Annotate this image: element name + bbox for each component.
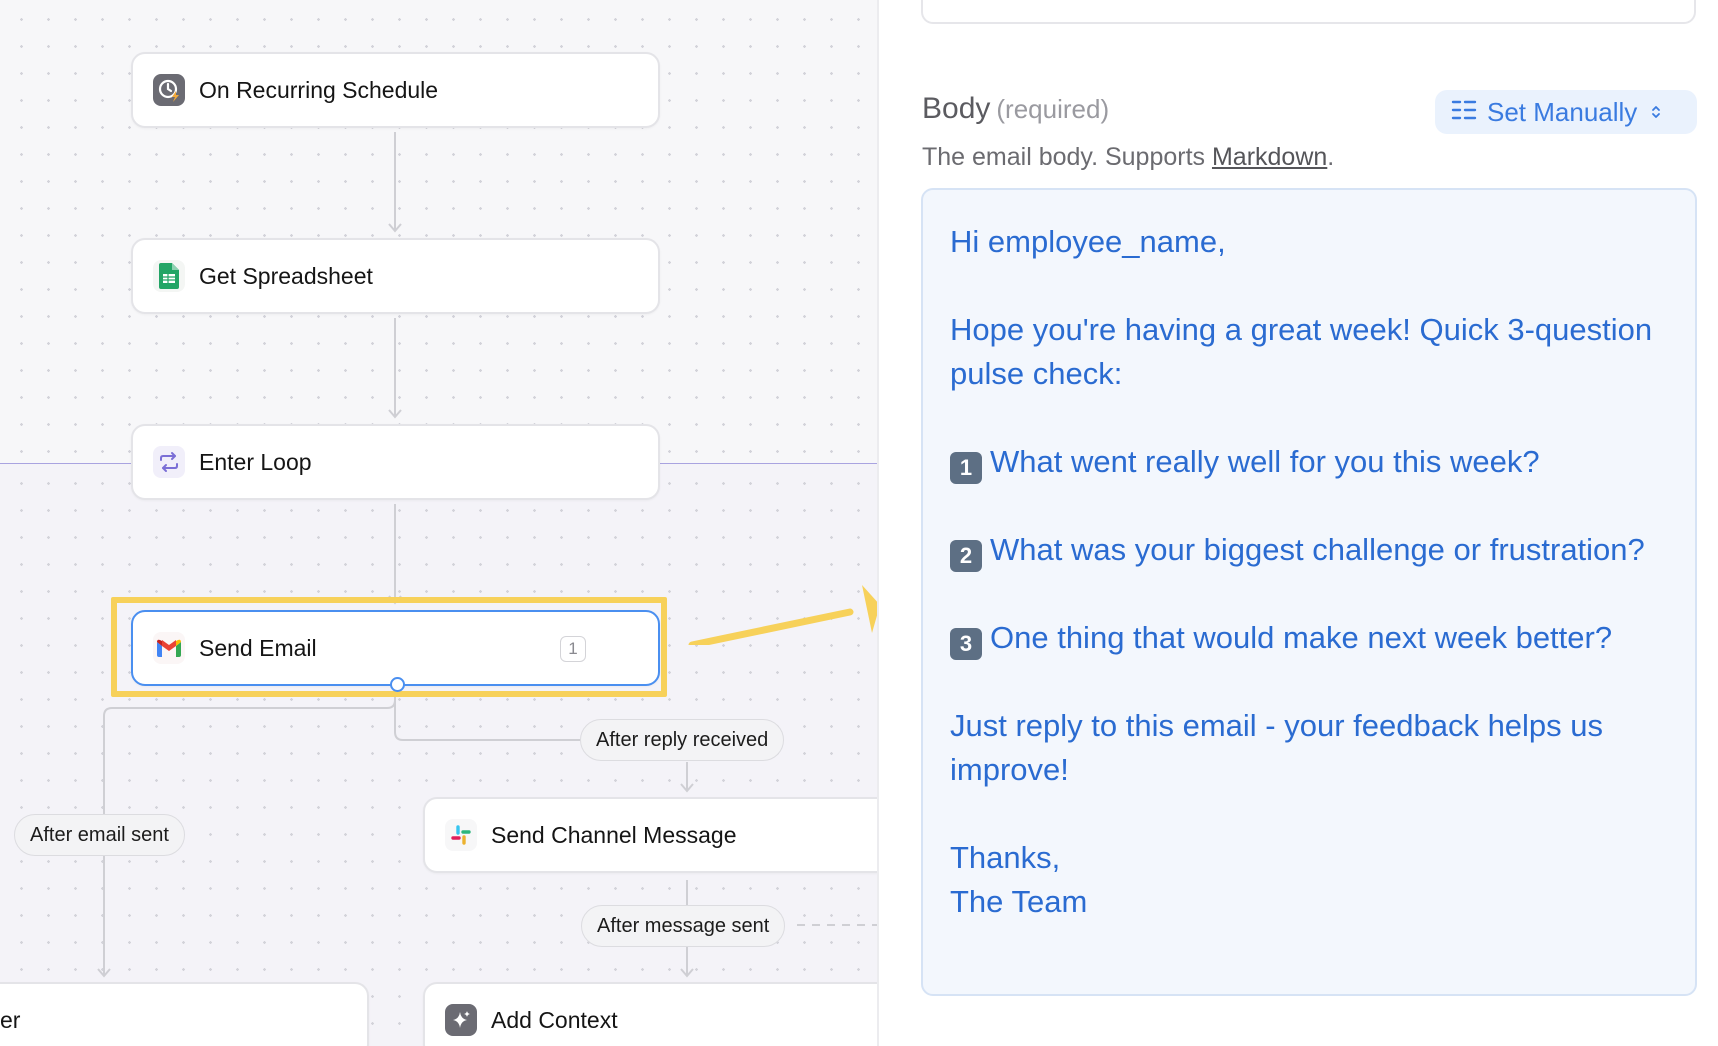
slack-icon — [445, 819, 477, 851]
clock-bolt-icon — [153, 74, 185, 106]
node-send-channel-message[interactable]: Send Channel Message — [423, 797, 877, 873]
node-label: On Recurring Schedule — [199, 76, 439, 103]
email-body-editor[interactable]: Hi employee_name, Hope you're having a g… — [921, 188, 1697, 996]
node-enter-loop[interactable]: Enter Loop — [131, 424, 660, 500]
body-intro: Hope you're having a great week! Quick 3… — [950, 312, 1653, 391]
node-add-context[interactable]: Add Context — [423, 982, 877, 1046]
body-question-2: 2 What was your biggest challenge or frus… — [950, 528, 1669, 572]
node-label: Send Channel Message — [491, 821, 737, 848]
question-text: What was your biggest challenge or frust… — [990, 532, 1645, 567]
node-get-spreadsheet[interactable]: Get Spreadsheet — [131, 238, 660, 314]
edge-label-after-reply-received: After reply received — [580, 719, 785, 761]
keycap-1-icon: 1 — [950, 452, 982, 484]
node-label: Send Email — [199, 634, 317, 661]
sparkle-icon — [445, 1004, 477, 1036]
annotation-arrow — [688, 585, 877, 645]
workflow-edges — [97, 132, 877, 978]
field-label: Body — [922, 92, 991, 125]
description-period: . — [1327, 143, 1335, 171]
node-label: Enter Loop — [199, 448, 312, 475]
node-label: Add Context — [491, 1006, 618, 1033]
edge-label-after-email-sent: After email sent — [14, 814, 185, 856]
list-icon — [1451, 99, 1477, 126]
count-badge: 1 — [560, 636, 586, 662]
body-question-3: 3 One thing that would make next week bet… — [950, 616, 1669, 660]
output-handle[interactable] — [390, 677, 405, 692]
question-text: What went really well for you this week? — [990, 444, 1540, 479]
description-text: The email body. Supports — [922, 143, 1212, 171]
body-field-description: The email body. Supports Markdown. — [922, 143, 1334, 172]
gmail-icon — [153, 632, 185, 664]
keycap-2-icon: 2 — [950, 540, 982, 572]
loop-icon — [153, 446, 185, 478]
body-field-title: Body (required) — [922, 92, 1109, 126]
chevron-up-down-icon — [1651, 104, 1661, 120]
google-sheets-icon — [153, 260, 185, 292]
body-question-1: 1 What went really well for you this week… — [950, 440, 1669, 484]
node-on-recurring-schedule[interactable]: On Recurring Schedule — [131, 52, 660, 128]
node-partial-left[interactable]: er — [0, 982, 369, 1046]
body-signature: The Team — [950, 884, 1088, 919]
workflow-canvas[interactable]: On Recurring Schedule Get Spreadsheet En… — [0, 0, 877, 1046]
required-label: (required) — [996, 94, 1110, 124]
question-text: One thing that would make next week bett… — [990, 620, 1613, 655]
node-send-email[interactable]: Send Email 1 — [131, 610, 660, 692]
node-label: Get Spreadsheet — [199, 262, 373, 289]
previous-field-box[interactable] — [921, 0, 1696, 24]
node-label: er — [0, 1006, 21, 1033]
set-manually-dropdown[interactable]: Set Manually — [1435, 90, 1697, 134]
body-closing: Just reply to this email - your feedback… — [950, 708, 1604, 787]
body-signoff: Thanks, — [950, 840, 1061, 875]
edge-label-after-message-sent: After message sent — [581, 905, 786, 947]
markdown-link[interactable]: Markdown — [1212, 143, 1327, 171]
mode-label: Set Manually — [1487, 96, 1638, 127]
body-greeting: Hi employee_name, — [950, 224, 1226, 259]
config-panel: Body (required) Set Manually The email bo… — [879, 0, 1718, 1046]
keycap-3-icon: 3 — [950, 628, 982, 660]
